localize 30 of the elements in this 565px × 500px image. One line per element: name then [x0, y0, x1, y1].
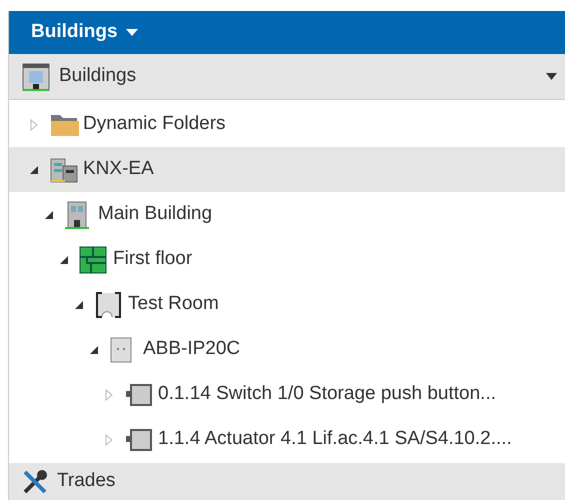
caret-icon: [126, 28, 138, 36]
tree-item[interactable]: KNX-EA: [9, 147, 565, 192]
tree-item-label: 1.1.4 Actuator 4.1 Lif.ac.4.1 SA/S4.10.2....: [158, 427, 512, 452]
device-icon: [124, 382, 154, 406]
panel-header[interactable]: Trades: [9, 463, 565, 500]
device-icon: [124, 428, 154, 452]
tree-item-label: ABB-IP20C: [143, 337, 240, 362]
expanded-arrow-icon[interactable]: [59, 254, 69, 264]
tree-item-label: First floor: [113, 247, 192, 272]
expanded-arrow-icon[interactable]: [44, 210, 54, 220]
tools-icon: [21, 468, 49, 496]
tree-item-label: Dynamic Folders: [83, 112, 226, 136]
panel-title: Buildings: [59, 64, 138, 88]
building-icon: [64, 200, 90, 230]
tree-item-label: Test Room: [128, 292, 219, 316]
expanded-arrow-icon[interactable]: [74, 300, 84, 310]
buildings-icon: [49, 156, 79, 184]
room-icon: [94, 290, 122, 318]
panel-header[interactable]: Buildings: [9, 54, 565, 100]
tree-item-label: Main Building: [98, 202, 212, 226]
caret-icon[interactable]: [546, 72, 557, 80]
tree-item-label: KNX-EA: [83, 157, 154, 182]
cabinet-icon: [109, 336, 133, 362]
building-icon: [21, 62, 51, 92]
floor-plan-icon: [79, 246, 107, 274]
panel-title: Trades: [57, 469, 116, 494]
expanded-arrow-icon[interactable]: [89, 344, 99, 354]
buildings-dropdown[interactable]: Buildings: [31, 18, 138, 47]
tree-item-label: 0.1.14 Switch 1/0 Storage push button...: [158, 382, 496, 406]
expanded-arrow-icon[interactable]: [29, 164, 39, 174]
